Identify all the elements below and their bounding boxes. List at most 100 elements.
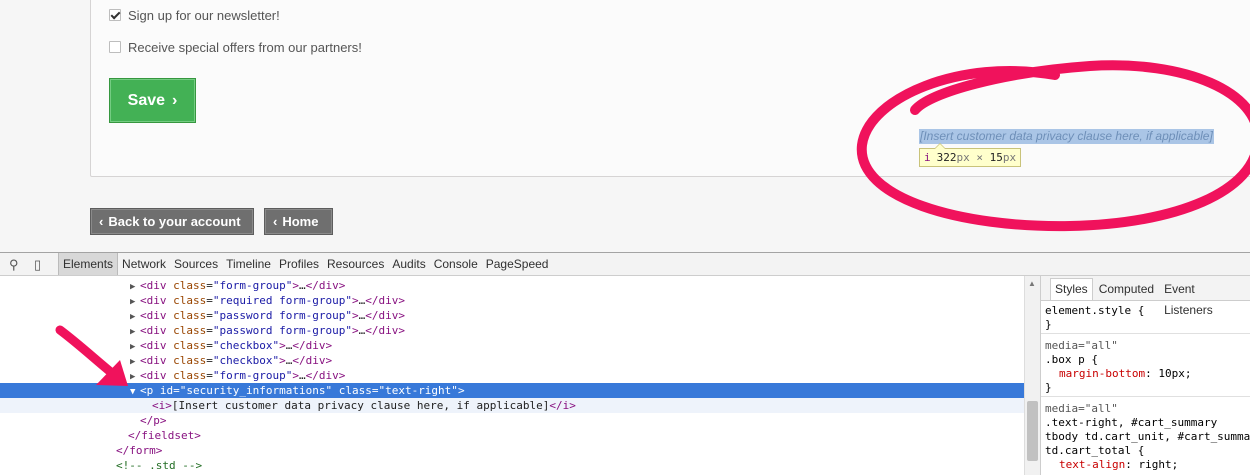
css-selector-line: td.cart_total {	[1045, 444, 1145, 457]
tab-console[interactable]: Console	[430, 253, 482, 275]
tag-open: <div	[140, 279, 167, 292]
newsletter-row[interactable]: Sign up for our newsletter!	[109, 7, 280, 23]
tag-open: <div	[140, 354, 167, 367]
save-label: Save	[127, 91, 166, 109]
scroll-up-icon[interactable]: ▲	[1028, 279, 1036, 288]
attr-value: "security_informations"	[179, 384, 333, 397]
tooltip-width-unit: px	[956, 151, 970, 164]
css-selector-line: .text-right, #cart_summary	[1045, 416, 1218, 429]
attr-value: "required form-group"	[212, 294, 352, 307]
tag-close: </div>	[365, 309, 405, 322]
attr-name: class	[166, 279, 207, 292]
attr-name: class	[166, 294, 207, 307]
styles-tab-computed[interactable]: Computed	[1095, 279, 1158, 300]
attr-equals: =	[206, 294, 213, 307]
tooltip-height: 15	[989, 151, 1003, 164]
home-button[interactable]: ‹ Home	[264, 208, 333, 235]
tree-row[interactable]: ▶ <div class="required form-group">…</div…	[0, 293, 1040, 308]
tag-open-end: >	[351, 309, 359, 322]
tooltip-tag-name: i	[924, 151, 931, 164]
tree-row[interactable]: </fieldset>	[0, 428, 1040, 443]
tag-open: </fieldset>	[128, 429, 201, 442]
tab-elements[interactable]: Elements	[58, 253, 119, 275]
devtools-tabs: Elements Network Sources Timeline Profiles Re…	[58, 253, 552, 275]
style-rule: media="all" .box p {margin-bottom: 10px;}	[1041, 337, 1250, 397]
back-to-account-button[interactable]: ‹ Back to your account	[90, 208, 254, 235]
tooltip-times: ×	[976, 151, 983, 164]
tree-row[interactable]: ▶ <div class="checkbox">…</div>	[0, 338, 1040, 353]
css-property[interactable]: margin-bottom	[1059, 367, 1145, 380]
css-value[interactable]: : 10px;	[1145, 367, 1191, 380]
attr-equals: =	[206, 369, 213, 382]
tree-row[interactable]: ▶ <div class="form-group">…</div>	[0, 278, 1040, 293]
attr-equals: =	[206, 309, 213, 322]
tab-profiles[interactable]: Profiles	[275, 253, 323, 275]
partner-offers-row[interactable]: Receive special offers from our partners…	[109, 39, 362, 55]
elements-scrollbar[interactable]: ▲	[1024, 276, 1040, 475]
collapsed-ellipsis: …	[298, 279, 306, 292]
tree-row-selected[interactable]: ▼ <p id="security_informations" class="te…	[0, 383, 1040, 398]
tab-resources[interactable]: Resources	[323, 253, 388, 275]
partner-offers-label[interactable]: Receive special offers from our partners…	[128, 40, 362, 55]
newsletter-checkbox[interactable]	[109, 9, 121, 21]
tree-row[interactable]: </p>	[0, 413, 1040, 428]
css-selector-line: tbody td.cart_unit, #cart_summary	[1045, 430, 1250, 443]
tag-open: </p>	[140, 414, 167, 427]
node-text: [Insert customer data privacy clause her…	[171, 399, 550, 412]
tree-row[interactable]: <!-- .std -->	[0, 458, 1040, 473]
privacy-clause-text: [Insert customer data privacy clause her…	[919, 129, 1214, 144]
style-rule: element.style {}	[1041, 302, 1250, 334]
tag-open-end: >	[292, 279, 299, 292]
devtools-panel: ⚲ ▯ Elements Network Sources Timeline Profil…	[0, 252, 1250, 475]
tag-open-end: >	[279, 339, 286, 352]
attr-name: class	[166, 339, 207, 352]
tag-open: <i>	[152, 399, 172, 412]
tag-open-end: >	[279, 354, 286, 367]
styles-tabs: Styles Computed Event Listeners	[1041, 276, 1250, 317]
attr-value: "text-right"	[378, 384, 458, 397]
tooltip-height-unit: px	[1002, 151, 1017, 164]
css-declaration: text-align: right;	[1045, 458, 1250, 472]
tab-pagespeed[interactable]: PageSpeed	[482, 253, 553, 275]
tree-row[interactable]: ▶ <div class="password form-group">…</div…	[0, 308, 1040, 323]
tag-open-end: >	[351, 294, 359, 307]
tree-row[interactable]: ▶ <div class="password form-group">…</div…	[0, 323, 1040, 338]
device-mode-icon[interactable]: ▯	[34, 257, 41, 273]
chevron-right-icon: ›	[172, 91, 178, 109]
styles-tab-styles[interactable]: Styles	[1050, 278, 1093, 300]
attr-name: id	[153, 384, 174, 397]
tab-sources[interactable]: Sources	[170, 253, 222, 275]
tree-row[interactable]: ▶ <div class="checkbox">…</div>	[0, 353, 1040, 368]
css-value[interactable]: : right;	[1125, 458, 1178, 471]
attr-value: "password form-group"	[212, 324, 352, 337]
elements-tree[interactable]: ▶ <div class="form-group">…</div> ▶ <div cl…	[0, 276, 1040, 475]
partner-offers-checkbox[interactable]	[109, 41, 121, 53]
save-button[interactable]: Save ›	[109, 78, 196, 123]
attr-value: "form-group"	[212, 369, 293, 382]
media-query: media="all"	[1045, 402, 1118, 415]
scrollbar-thumb[interactable]	[1027, 401, 1038, 461]
tab-audits[interactable]: Audits	[388, 253, 429, 275]
tag-open: <div	[140, 339, 167, 352]
tree-row[interactable]: ▶ <div class="form-group">…</div>	[0, 368, 1040, 383]
tab-timeline[interactable]: Timeline	[222, 253, 275, 275]
tag-open: <div	[140, 294, 167, 307]
chevron-left-icon: ‹	[99, 214, 104, 229]
tree-row[interactable]: <i>[Insert customer data privacy clause …	[0, 398, 1040, 413]
attr-equals: =	[206, 324, 213, 337]
css-selector-line: element.style {	[1045, 304, 1145, 317]
search-icon[interactable]: ⚲	[9, 257, 19, 273]
tab-network[interactable]: Network	[118, 253, 170, 275]
styles-tab-event-listeners[interactable]: Event Listeners	[1160, 279, 1249, 317]
css-selector-line: }	[1045, 381, 1052, 394]
newsletter-label[interactable]: Sign up for our newsletter!	[128, 8, 280, 23]
tag-close: </i>	[549, 399, 576, 412]
css-declaration: margin-bottom: 10px;	[1045, 367, 1250, 381]
back-to-account-label: Back to your account	[108, 214, 241, 229]
attr-name: class	[166, 354, 207, 367]
css-property[interactable]: text-align	[1059, 458, 1125, 471]
tree-row[interactable]: </form>	[0, 443, 1040, 458]
attr-name: class	[332, 384, 372, 397]
tag-close: </div>	[305, 279, 346, 292]
tag-open: <p	[140, 384, 154, 397]
